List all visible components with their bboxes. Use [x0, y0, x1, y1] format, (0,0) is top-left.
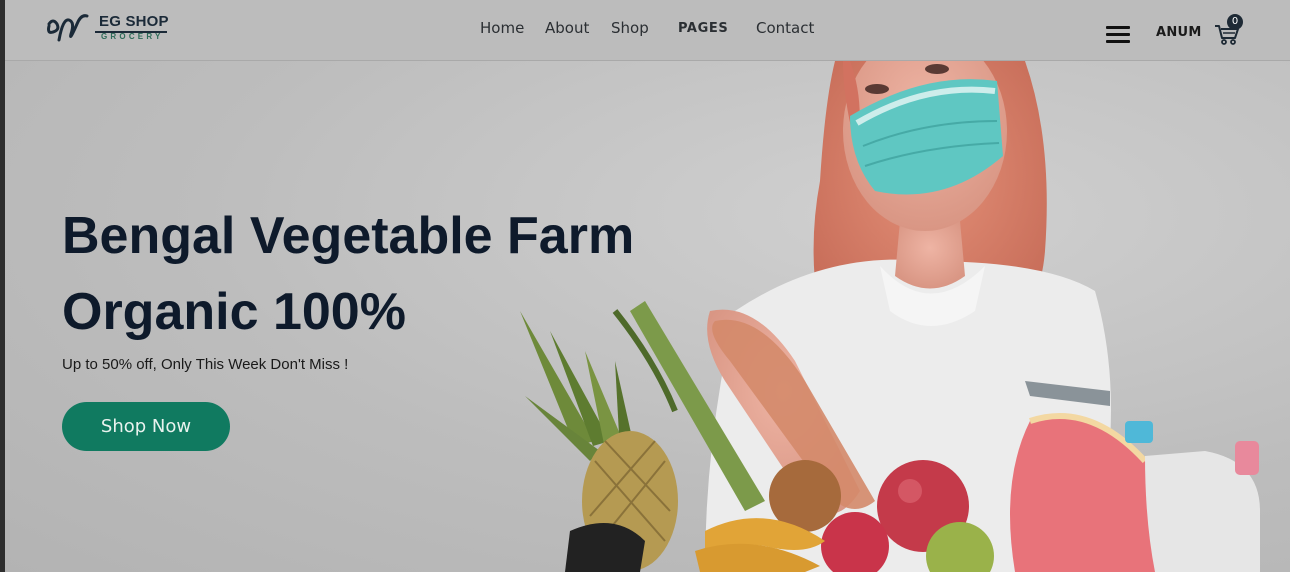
hero-banner: Bengal Vegetable Farm Organic 100% Up to… — [5, 61, 1290, 572]
site-header: EG SHOP GROCERY Home About Shop PAGES Co… — [5, 0, 1290, 61]
hero-title-line2: Organic 100% — [62, 283, 406, 341]
cart-count-badge: 0 — [1227, 14, 1243, 30]
hamburger-icon[interactable] — [1106, 26, 1130, 44]
nav-home[interactable]: Home — [480, 19, 524, 37]
page: EG SHOP GROCERY Home About Shop PAGES Co… — [5, 0, 1290, 572]
hero-title-line1: Bengal Vegetable Farm — [62, 207, 635, 265]
nav-pages[interactable]: PAGES — [678, 21, 728, 36]
nav-shop[interactable]: Shop — [611, 19, 649, 37]
user-name[interactable]: ANUM — [1156, 25, 1202, 40]
hero-subtitle: Up to 50% off, Only This Week Don't Miss… — [62, 356, 349, 373]
nav-about[interactable]: About — [545, 19, 589, 37]
nav-contact[interactable]: Contact — [756, 19, 814, 37]
shop-now-button[interactable]: Shop Now — [62, 402, 230, 451]
hero-title: Bengal Vegetable Farm Organic 100% — [62, 198, 702, 350]
main-nav: Home About Shop PAGES Contact — [5, 19, 1290, 39]
